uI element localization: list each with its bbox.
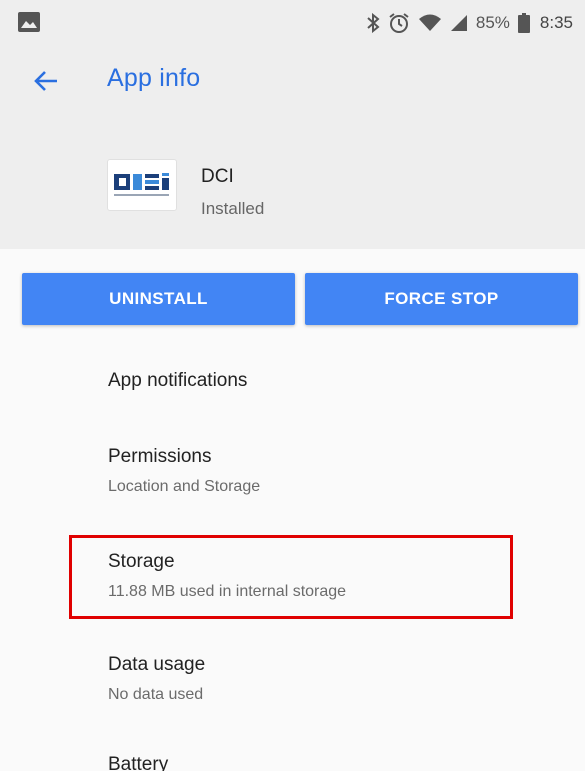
bluetooth-icon bbox=[367, 13, 380, 33]
setting-title: Storage bbox=[108, 551, 175, 572]
status-icons: 85% 8:35 bbox=[366, 0, 573, 46]
setting-item-battery[interactable]: Battery bbox=[0, 740, 585, 771]
status-time: 8:35 bbox=[539, 13, 573, 32]
image-notification-icon bbox=[18, 12, 40, 32]
setting-title: Battery bbox=[108, 754, 169, 771]
setting-summary: No data used bbox=[108, 686, 204, 703]
setting-title: App notifications bbox=[108, 370, 248, 391]
alarm-icon bbox=[389, 13, 409, 33]
setting-title: Permissions bbox=[108, 446, 212, 467]
dci-logo bbox=[114, 173, 169, 196]
setting-item-data-usage[interactable]: Data usage No data used bbox=[0, 640, 585, 720]
app-install-status: Installed bbox=[201, 199, 265, 218]
back-button[interactable] bbox=[26, 63, 66, 99]
setting-item-permissions[interactable]: Permissions Location and Storage bbox=[0, 432, 585, 512]
battery-percent: 85% bbox=[475, 13, 510, 32]
setting-summary: Location and Storage bbox=[108, 478, 261, 495]
setting-title: Data usage bbox=[108, 654, 206, 675]
status-bar: 85% 8:35 bbox=[0, 0, 585, 46]
uninstall-button[interactable]: UNINSTALL bbox=[22, 273, 295, 325]
app-name: DCI bbox=[201, 166, 234, 187]
force-stop-button[interactable]: FORCE STOP bbox=[305, 273, 578, 325]
wifi-icon bbox=[418, 14, 441, 31]
app-icon bbox=[107, 159, 177, 211]
battery-icon bbox=[517, 13, 530, 33]
setting-summary: 11.88 MB used in internal storage bbox=[108, 583, 347, 600]
setting-item-app-notifications[interactable]: App notifications bbox=[0, 350, 585, 414]
app-header: App info DCI Installed bbox=[0, 46, 585, 249]
cell-signal-icon bbox=[450, 15, 467, 31]
setting-item-storage[interactable]: Storage 11.88 MB used in internal storag… bbox=[0, 538, 585, 618]
page-title: App info bbox=[107, 64, 201, 92]
arrow-back-icon bbox=[34, 71, 57, 91]
app-info-screen: 85% 8:35 App info DCI Installed UNINSTAL… bbox=[0, 0, 585, 771]
